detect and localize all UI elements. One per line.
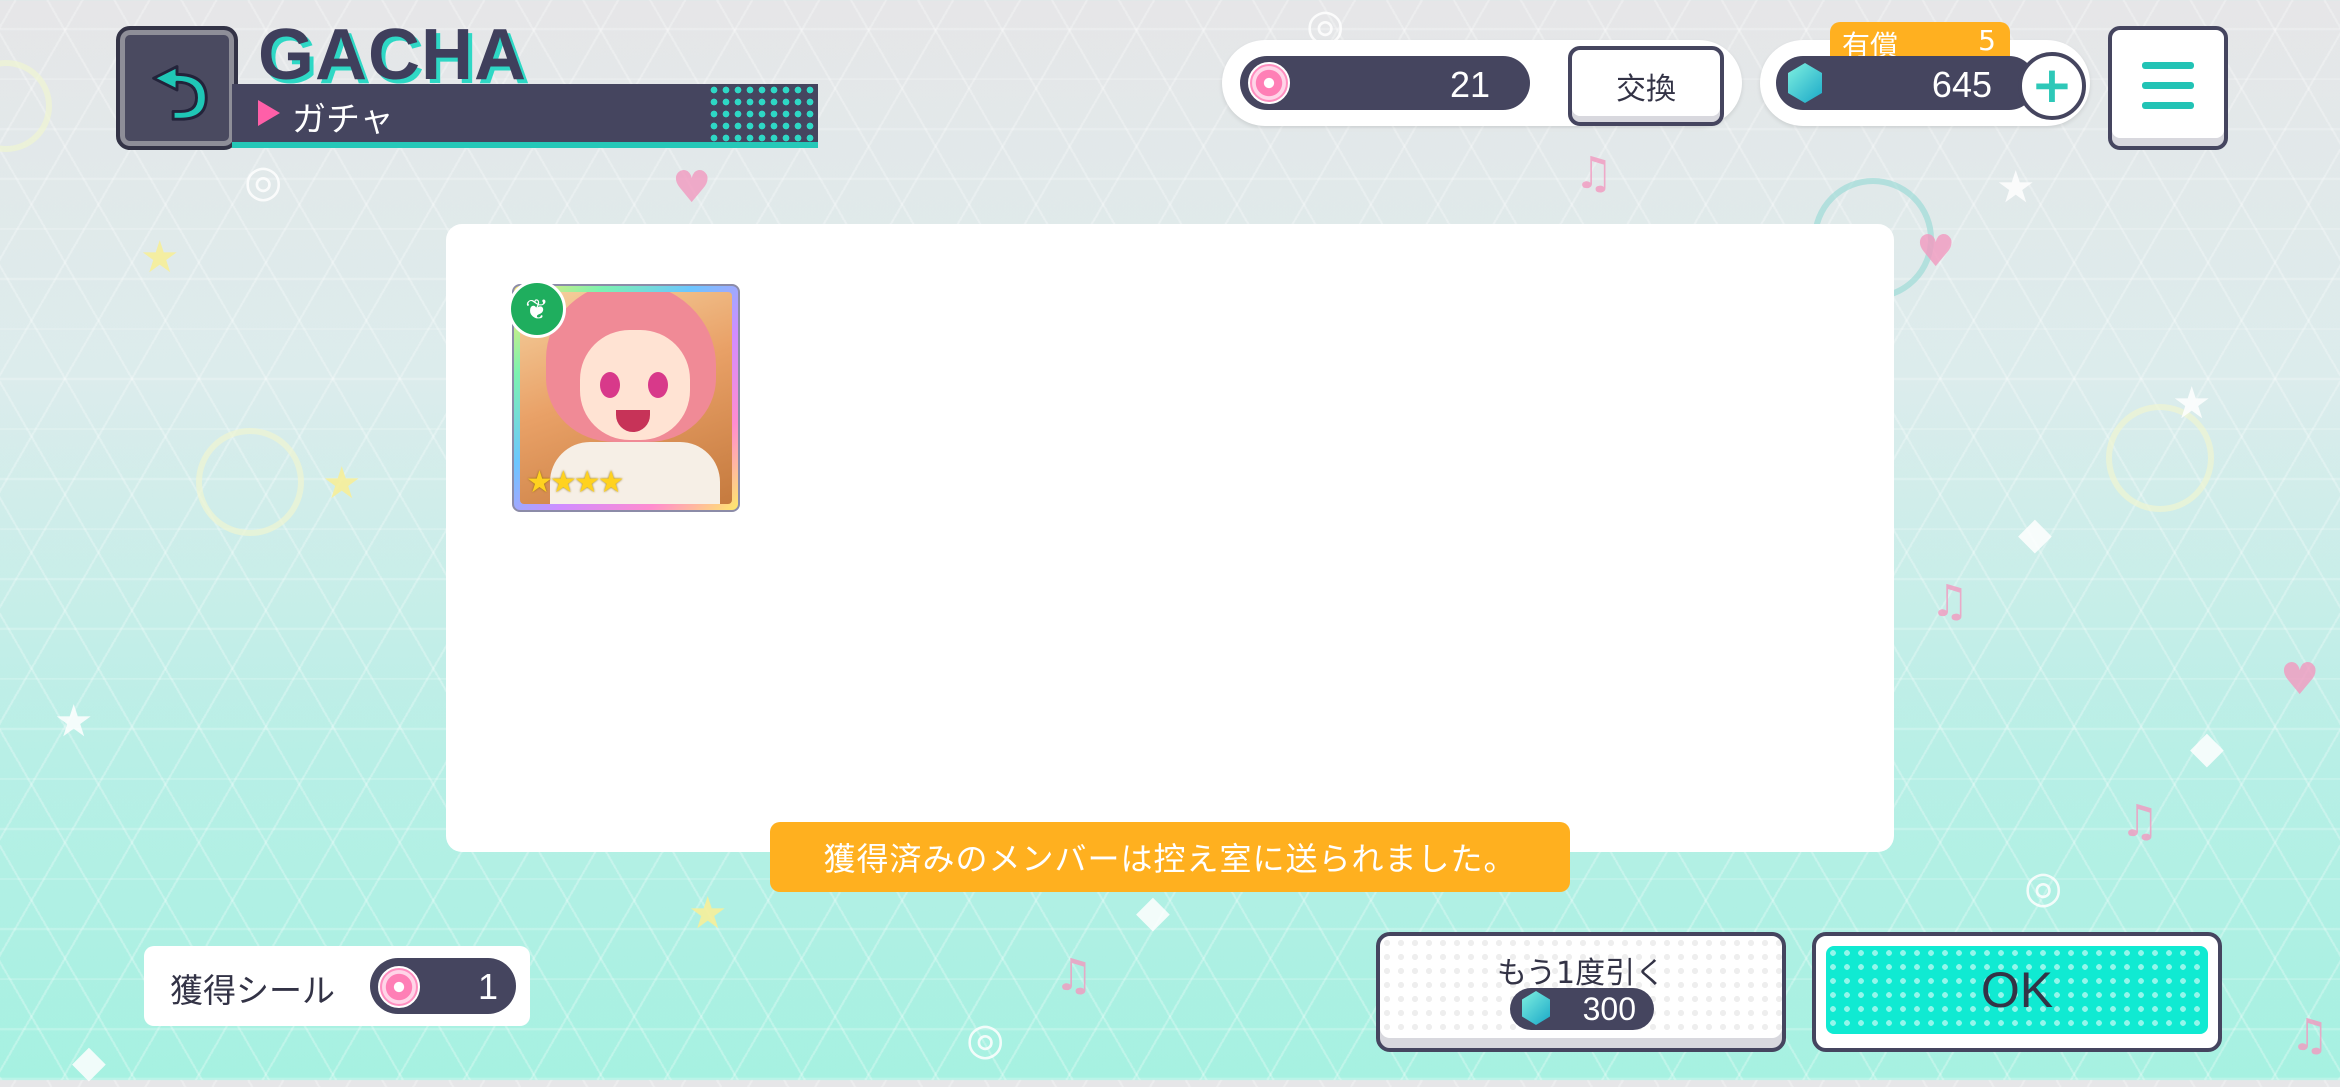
disc-decoration: ◎ (244, 156, 283, 207)
dot-pattern-decoration (708, 84, 818, 142)
seal-disc-icon (378, 966, 420, 1008)
acquired-seal-count: 1 (477, 966, 498, 1007)
paid-gem-badge: 有償 5 (1830, 22, 2010, 62)
laurel-star-decoration: ★ (688, 888, 728, 939)
paid-gem-count: 5 (1978, 24, 1996, 57)
heart-decoration: ♥ (2280, 654, 2320, 705)
heart-decoration: ♥ (672, 162, 712, 213)
disc-decoration: ◎ (2024, 862, 2063, 913)
buy-gems-button[interactable]: + (2018, 52, 2086, 120)
seal-count: 21 (1449, 64, 1490, 105)
diamond-decoration: ◆ (2190, 722, 2224, 773)
bg-ring-decoration (196, 428, 304, 536)
acquired-seal-label: 獲得シール (170, 971, 335, 1010)
pull-again-label: もう1度引く (1496, 956, 1666, 991)
music-note-decoration: ♫ (1054, 950, 1094, 1001)
character-eye (600, 372, 620, 398)
play-arrow-icon (258, 100, 280, 126)
pull-again-button[interactable]: もう1度引く 300 (1376, 932, 1786, 1052)
hamburger-menu-icon (2142, 102, 2194, 109)
gem-count: 645 (1931, 64, 1992, 105)
rarity-stars: ★★★★ (526, 465, 625, 500)
seal-counter: 21 (1240, 56, 1530, 110)
ok-button[interactable]: OK (1812, 932, 2222, 1052)
music-note-decoration: ♫ (1930, 576, 1970, 627)
diamond-decoration: ◆ (2018, 508, 2052, 559)
seal-disc-icon (1248, 62, 1290, 104)
music-note-decoration: ♫ (2120, 796, 2160, 847)
bg-ring-decoration (2106, 404, 2214, 512)
crystal-gem-icon (1788, 63, 1822, 103)
star-decoration: ★ (1996, 162, 2036, 213)
diamond-decoration: ◆ (1136, 886, 1170, 937)
crystal-gem-icon (1522, 991, 1550, 1025)
laurel-star-decoration: ★ (140, 232, 180, 283)
menu-button[interactable] (2108, 26, 2228, 150)
bg-ring-decoration (0, 60, 52, 152)
pull-again-cost-value: 300 (1582, 991, 1636, 1027)
exchange-button[interactable]: 交換 (1568, 46, 1724, 126)
pull-again-cost: 300 (1510, 988, 1654, 1030)
disc-decoration: ◎ (966, 1014, 1005, 1065)
diamond-decoration: ◆ (72, 1036, 106, 1087)
laurel-star-decoration: ★ (322, 458, 362, 509)
back-button[interactable] (116, 26, 238, 150)
ok-label: OK (1826, 946, 2208, 1034)
page-subtitle: ガチャ (292, 100, 394, 140)
hamburger-menu-icon (2142, 62, 2194, 69)
gem-counter: 645 (1776, 56, 2036, 110)
undo-arrow-icon (152, 65, 208, 121)
sprout-icon: ❦ (508, 280, 566, 338)
music-note-decoration: ♫ (2290, 1010, 2330, 1061)
character-eye (648, 372, 668, 398)
acquired-seal-box: 獲得シール 1 (144, 946, 530, 1026)
acquired-seal-counter: 1 (370, 958, 516, 1014)
hamburger-menu-icon (2142, 82, 2194, 89)
music-note-decoration: ♫ (1574, 148, 1614, 199)
notice-banner: 獲得済みのメンバーは控え室に送られました。 (770, 822, 1570, 892)
star-decoration: ★ (54, 696, 94, 747)
